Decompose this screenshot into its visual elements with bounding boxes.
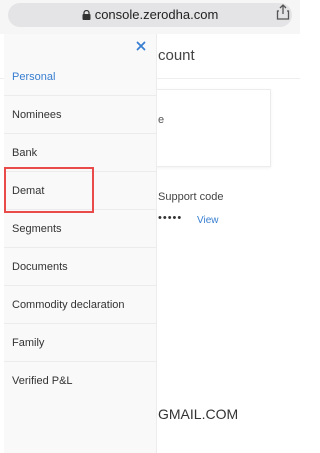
page-title-fragment: count — [158, 47, 195, 64]
view-support-code-link[interactable]: View — [197, 215, 219, 226]
lock-icon — [82, 10, 91, 20]
sidebar-item-verified-pnl[interactable]: Verified P&L — [4, 362, 157, 400]
profile-sidebar-menu: Personal Nominees Bank Demat Segments Do… — [4, 34, 157, 453]
sidebar-item-documents[interactable]: Documents — [4, 248, 157, 286]
sidebar-item-personal[interactable]: Personal — [4, 58, 157, 96]
sidebar-menu-list: Personal Nominees Bank Demat Segments Do… — [4, 58, 157, 400]
share-icon[interactable] — [276, 4, 290, 20]
support-code-masked: ••••• — [158, 212, 183, 224]
sidebar-item-nominees[interactable]: Nominees — [4, 96, 157, 134]
support-code-label: Support code — [158, 191, 224, 203]
profile-card — [155, 89, 271, 167]
address-bar[interactable]: console.zerodha.com — [8, 3, 292, 27]
sidebar-item-segments[interactable]: Segments — [4, 210, 157, 248]
browser-toolbar: console.zerodha.com — [0, 0, 300, 34]
sidebar-item-bank[interactable]: Bank — [4, 134, 157, 172]
email-fragment: GMAIL.COM — [158, 406, 239, 422]
sidebar-item-demat[interactable]: Demat — [4, 172, 157, 210]
sidebar-item-commodity-declaration[interactable]: Commodity declaration — [4, 286, 157, 324]
profile-card-text: e — [158, 114, 165, 126]
url-display[interactable]: console.zerodha.com — [8, 3, 292, 27]
sidebar-item-family[interactable]: Family — [4, 324, 157, 362]
url-text: console.zerodha.com — [94, 7, 219, 22]
close-icon[interactable] — [134, 39, 148, 53]
